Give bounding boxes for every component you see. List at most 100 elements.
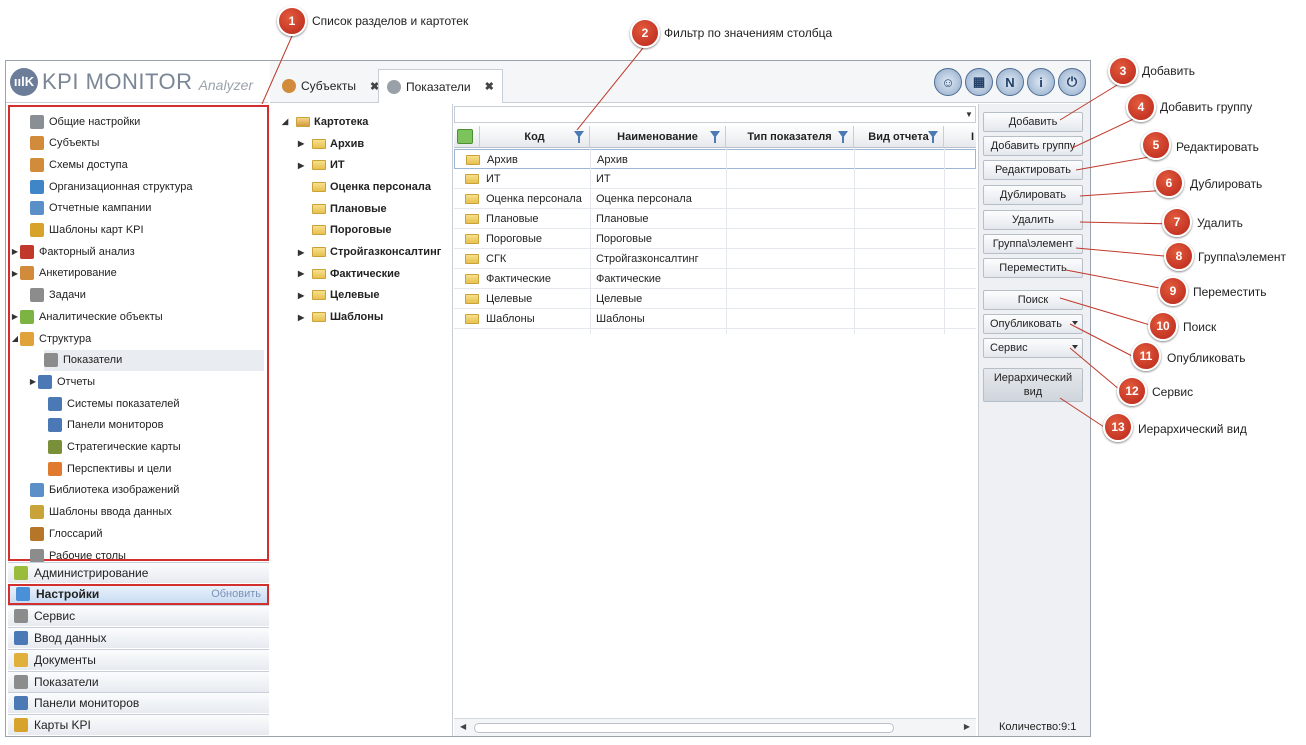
expand-icon[interactable]: ▶ <box>298 248 312 257</box>
expand-icon[interactable]: ▶ <box>10 247 20 256</box>
move-button[interactable]: Переместить <box>983 258 1083 278</box>
collapse-icon[interactable]: ◢ <box>282 117 296 126</box>
info-icon[interactable]: i <box>1027 68 1055 96</box>
header-icon-cell[interactable] <box>454 126 480 148</box>
section-gauge[interactable]: Показатели <box>8 670 269 692</box>
nav-item[interactable]: Глоссарий <box>30 523 103 544</box>
add-button[interactable]: Добавить <box>983 112 1083 132</box>
catalog-item[interactable]: ▶ Архив <box>298 133 364 154</box>
nav-item[interactable]: Субъекты <box>30 133 99 154</box>
search-button[interactable]: Поиск <box>983 290 1083 310</box>
hierarchical-view-button[interactable]: Иерархический вид <box>983 368 1083 402</box>
catalog-item[interactable]: Пороговые <box>298 220 392 241</box>
expand-icon[interactable]: ▶ <box>298 313 312 322</box>
catalog-item[interactable]: ▶ Стройгазконсалтинг <box>298 242 441 263</box>
section-grid[interactable]: Карты KPI <box>8 713 269 735</box>
nav-item[interactable]: ▶ Факторный анализ <box>10 241 135 262</box>
nav-item[interactable]: ◢ Структура <box>10 328 91 349</box>
cell-code: Оценка персонала <box>486 193 582 205</box>
chevron-down-icon[interactable]: ▼ <box>963 107 975 122</box>
catalog-item[interactable]: ▶ Целевые <box>298 285 380 306</box>
column-header-report[interactable]: Вид отчета <box>854 126 944 148</box>
nav-item[interactable]: Шаблоны ввода данных <box>30 502 172 523</box>
column-header-name[interactable]: Наименование <box>590 126 726 148</box>
expand-icon[interactable]: ▶ <box>298 291 312 300</box>
catalog-item[interactable]: Оценка персонала <box>298 176 431 197</box>
edit-button[interactable]: Редактировать <box>983 160 1083 180</box>
expand-icon[interactable]: ▶ <box>10 269 20 278</box>
catalog-item[interactable]: ▶ Фактические <box>298 263 400 284</box>
section-tools[interactable]: Сервис <box>8 605 269 627</box>
catalog-root[interactable]: ◢ Картотека <box>282 111 368 132</box>
table-row[interactable]: Плановые Плановые <box>454 209 976 229</box>
filter-icon[interactable] <box>574 131 584 143</box>
add-group-button[interactable]: Добавить группу <box>983 136 1083 156</box>
table-row[interactable]: ИТ ИТ <box>454 169 976 189</box>
section-label: Показатели <box>34 674 99 689</box>
close-icon[interactable]: ✖ <box>485 80 494 93</box>
table-row[interactable]: Пороговые Пороговые <box>454 229 976 249</box>
nav-item[interactable]: Библиотека изображений <box>30 480 179 501</box>
scroll-left-icon[interactable]: ◀ <box>460 722 466 731</box>
catalog-item[interactable]: ▶ Шаблоны <box>298 307 383 328</box>
filter-icon[interactable] <box>928 131 938 143</box>
filter-input[interactable]: ▼ <box>454 106 976 123</box>
nav-item[interactable]: Шаблоны карт KPI <box>30 220 144 241</box>
section-document[interactable]: Документы <box>8 648 269 670</box>
table-row[interactable]: Целевые Целевые <box>454 289 976 309</box>
expand-icon[interactable]: ▶ <box>10 312 20 321</box>
nav-item[interactable]: Системы показателей <box>48 393 180 414</box>
catalog-item[interactable]: Плановые <box>298 198 387 219</box>
delete-button[interactable]: Удалить <box>983 210 1083 230</box>
nav-item[interactable]: ▶ Отчеты <box>28 371 95 392</box>
expand-icon[interactable]: ▶ <box>298 139 312 148</box>
nav-item[interactable]: ▶ Аналитические объекты <box>10 306 163 327</box>
nav-item[interactable]: Отчетные кампании <box>30 198 151 219</box>
calculator-icon[interactable]: ▦ <box>965 68 993 96</box>
table-row[interactable]: СГК Стройгазконсалтинг <box>454 249 976 269</box>
tab-subjects[interactable]: Субъекты ✖ <box>274 69 387 103</box>
catalog-item[interactable]: ▶ ИТ <box>298 155 345 176</box>
filter-icon[interactable] <box>710 131 720 143</box>
nav-item[interactable]: Панели мониторов <box>48 415 163 436</box>
horizontal-scrollbar[interactable]: ◀ ▶ <box>454 718 976 736</box>
service-dropdown[interactable]: Сервис <box>983 338 1083 358</box>
nav-item[interactable]: Организационная структура <box>30 176 193 197</box>
nav-item[interactable]: Схемы доступа <box>30 154 128 175</box>
power-icon[interactable]: ⏻ <box>1058 68 1086 96</box>
column-header-code[interactable]: Код <box>480 126 590 148</box>
section-admin[interactable]: Администрирование <box>8 562 269 583</box>
nav-item[interactable]: Задачи <box>30 285 86 306</box>
expand-icon[interactable]: ▶ <box>298 269 312 278</box>
refresh-link[interactable]: Обновить <box>211 588 261 600</box>
expand-icon[interactable]: ▶ <box>298 161 312 170</box>
nav-item[interactable]: Стратегические карты <box>48 437 181 458</box>
section-data-entry[interactable]: Ввод данных <box>8 627 269 649</box>
callout-badge: 7 <box>1162 207 1192 237</box>
duplicate-button[interactable]: Дублировать <box>983 185 1083 205</box>
nav-item[interactable]: Показатели <box>44 349 264 371</box>
user-avatar-icon[interactable]: ☺ <box>934 68 962 96</box>
nav-item[interactable]: Общие настройки <box>30 111 140 132</box>
column-header-extra[interactable]: I <box>944 126 976 148</box>
scroll-thumb[interactable] <box>474 723 894 733</box>
news-icon[interactable]: N <box>996 68 1024 96</box>
table-row[interactable]: Фактические Фактические <box>454 269 976 289</box>
section-settings[interactable]: Настройки Обновить <box>8 583 269 605</box>
callout-badge: 3 <box>1108 56 1138 86</box>
column-header-type[interactable]: Тип показателя <box>726 126 854 148</box>
tab-indicators[interactable]: Показатели ✖ <box>378 69 503 103</box>
expand-icon[interactable]: ◢ <box>10 334 20 343</box>
nav-item[interactable]: ▶ Анкетирование <box>10 263 117 284</box>
table-row[interactable]: Шаблоны Шаблоны <box>454 309 976 329</box>
table-row[interactable]: Оценка персонала Оценка персонала <box>454 189 976 209</box>
scroll-right-icon[interactable]: ▶ <box>964 722 970 731</box>
filter-icon[interactable] <box>838 131 848 143</box>
expand-icon[interactable]: ▶ <box>28 377 38 386</box>
publish-dropdown[interactable]: Опубликовать <box>983 314 1083 334</box>
nav-item[interactable]: Перспективы и цели <box>48 458 171 479</box>
up-level-icon[interactable] <box>457 129 473 144</box>
group-element-button[interactable]: Группа\элемент <box>983 234 1083 254</box>
section-dashboard[interactable]: Панели мониторов <box>8 692 269 714</box>
table-row[interactable]: Архив Архив <box>454 149 976 169</box>
